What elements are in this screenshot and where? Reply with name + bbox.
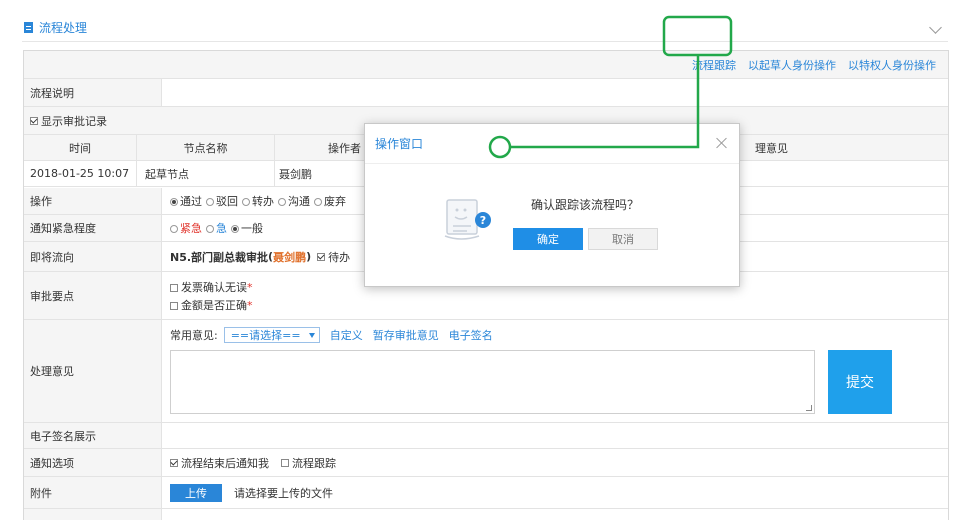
svg-text:?: ? (480, 214, 486, 227)
pending-checkbox[interactable] (317, 252, 326, 261)
cancel-button[interactable]: 取消 (588, 228, 658, 250)
row-signature: 电子签名展示 (24, 423, 948, 449)
link-act-as-privileged[interactable]: 以特权人身份操作 (848, 57, 936, 73)
operation-communicate[interactable]: 沟通 (278, 193, 310, 209)
key-points-label: 审批要点 (24, 272, 162, 319)
operation-transfer[interactable]: 转办 (242, 193, 274, 209)
row-trailing (24, 509, 948, 520)
operation-label: 操作 (24, 188, 162, 214)
urgency-normal[interactable]: 一般 (231, 220, 263, 236)
radio-discard[interactable] (314, 198, 322, 206)
opinion-input-layer: 提交 (24, 320, 948, 423)
notify-tracking-label: 流程跟踪 (292, 456, 336, 470)
notify-label: 通知选项 (24, 449, 162, 476)
question-document-icon: ? (444, 199, 491, 240)
row-notify: 通知选项 流程结束后通知我 流程跟踪 (24, 449, 948, 477)
pending-label: 待办 (328, 250, 351, 264)
resize-handle-icon[interactable] (806, 405, 812, 411)
key-point-checkbox[interactable] (170, 301, 178, 310)
next-flow-person: 聂剑鹏 (273, 250, 307, 264)
radio-transfer[interactable] (242, 198, 250, 206)
operation-dialog: 操作窗口 ? 确认跟踪该流程吗？ 确定 取消 (364, 123, 740, 287)
upload-hint: 请选择要上传的文件 (234, 486, 333, 500)
operation-approve[interactable]: 通过 (170, 193, 202, 209)
radio-normal[interactable] (231, 225, 239, 233)
radio-urgent[interactable] (170, 225, 178, 233)
dialog-body: ? 确认跟踪该流程吗？ 确定 取消 (365, 164, 739, 286)
history-col-node: 节点名称 (137, 135, 275, 160)
history-time: 2018-01-25 10:07 (24, 161, 137, 186)
flow-description-label: 流程说明 (24, 79, 162, 106)
next-flow-node: N5.部门副总裁审批 (170, 250, 269, 264)
attachment-value: 上传 请选择要上传的文件 (162, 477, 948, 508)
urgency-label: 通知紧急程度 (24, 215, 162, 241)
signature-label: 电子签名展示 (24, 423, 162, 448)
operation-discard[interactable]: 废弃 (314, 193, 346, 209)
close-icon[interactable] (715, 136, 729, 150)
radio-hurry[interactable] (206, 225, 214, 233)
upload-button[interactable]: 上传 (170, 483, 222, 502)
chevron-down-icon[interactable] (929, 21, 942, 34)
key-point-item[interactable]: 金额是否正确* (170, 297, 253, 313)
next-flow-label: 即将流向 (24, 242, 162, 271)
top-links-bar: 流程跟踪 以起草人身份操作 以特权人身份操作 (24, 51, 948, 79)
radio-reject[interactable] (206, 198, 214, 206)
notify-tracking-checkbox[interactable] (281, 458, 289, 467)
row-flow-description: 流程说明 (24, 79, 948, 107)
row-attachment: 附件 上传 请选择要上传的文件 (24, 477, 948, 509)
submit-button[interactable]: 提交 (828, 350, 892, 414)
flow-description-value (162, 79, 948, 106)
signature-value (162, 423, 948, 448)
history-col-time: 时间 (24, 135, 137, 160)
key-point-item[interactable]: 发票确认无误* (170, 279, 253, 295)
dialog-title: 操作窗口 (375, 137, 424, 151)
notify-options: 流程结束后通知我 流程跟踪 (162, 449, 948, 476)
confirm-button[interactable]: 确定 (513, 228, 583, 250)
dialog-message: 确认跟踪该流程吗？ (531, 198, 640, 212)
link-flow-tracking[interactable]: 流程跟踪 (692, 57, 736, 73)
key-point-checkbox[interactable] (170, 283, 178, 292)
urgency-urgent[interactable]: 紧急 (170, 220, 202, 236)
radio-communicate[interactable] (278, 198, 286, 206)
notify-on-finish-checkbox[interactable] (170, 458, 178, 467)
radio-approve[interactable] (170, 198, 178, 206)
show-history-checkbox[interactable] (30, 116, 38, 125)
opinion-textarea[interactable] (170, 350, 815, 414)
dialog-header: 操作窗口 (365, 124, 739, 164)
document-icon (24, 22, 33, 33)
operation-reject[interactable]: 驳回 (206, 193, 238, 209)
history-node: 起草节点 (137, 161, 275, 186)
urgency-hurry[interactable]: 急 (206, 220, 227, 236)
attachment-label: 附件 (24, 477, 162, 508)
notify-on-finish-label: 流程结束后通知我 (181, 456, 269, 470)
show-history-label: 显示审批记录 (41, 114, 107, 128)
link-act-as-drafter[interactable]: 以起草人身份操作 (748, 57, 836, 73)
page-title: 流程处理 (39, 21, 88, 35)
page-header: 流程处理 (22, 14, 948, 42)
